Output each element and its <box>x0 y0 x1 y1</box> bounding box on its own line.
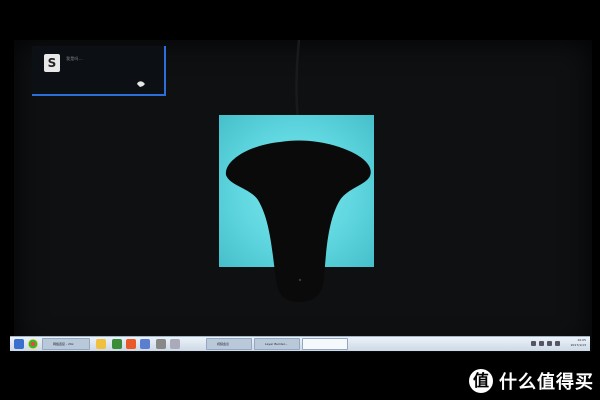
folder-icon[interactable] <box>96 339 106 349</box>
start-icon[interactable] <box>14 339 24 349</box>
app-s-icon: S <box>44 54 60 72</box>
volume-icon[interactable] <box>539 341 544 346</box>
battery-icon[interactable] <box>547 341 552 346</box>
taskbar-clock[interactable]: 10:05 2017/1/13 <box>562 338 586 348</box>
mouse-object <box>225 140 371 302</box>
app-gray-icon[interactable] <box>156 339 166 349</box>
app-green-icon[interactable] <box>112 339 122 349</box>
system-tray: 10:05 2017/1/13 <box>506 338 586 350</box>
app-blue-icon[interactable] <box>140 339 150 349</box>
clock-date: 2017/1/13 <box>570 343 586 347</box>
notification-popup[interactable]: S 我是吗... <box>32 46 166 96</box>
hand-cursor-icon <box>137 81 145 87</box>
taskbar: 网络连接 - 20x 视频会议 Layer Builder... 10:05 2… <box>10 336 590 351</box>
taskbar-button-2[interactable]: 视频会议 <box>206 338 252 350</box>
app-orange-icon[interactable] <box>126 339 136 349</box>
ime-icon[interactable] <box>555 341 560 346</box>
notification-text: 我是吗... <box>66 56 84 61</box>
taskbar-button-1[interactable]: 网络连接 - 20x <box>42 338 90 350</box>
chrome-icon[interactable] <box>28 339 38 349</box>
app-light-icon[interactable] <box>170 339 180 349</box>
taskbar-button-3[interactable]: Layer Builder... <box>254 338 300 350</box>
watermark: 值 什么值得买 <box>469 366 594 396</box>
taskbar-button-4[interactable] <box>302 338 348 350</box>
network-icon[interactable] <box>531 341 536 346</box>
watermark-logo-icon: 值 <box>469 369 493 393</box>
watermark-text: 什么值得买 <box>499 372 594 393</box>
